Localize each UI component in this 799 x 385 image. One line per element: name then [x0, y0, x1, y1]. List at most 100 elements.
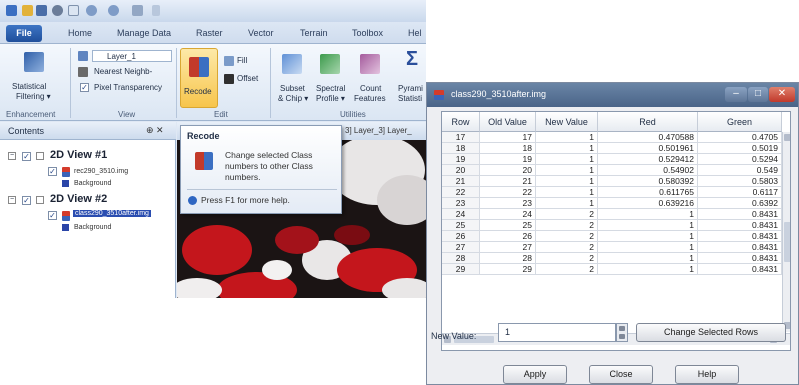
save-icon[interactable]: [36, 5, 47, 16]
spin-down-icon[interactable]: [619, 334, 625, 339]
close-button[interactable]: Close: [589, 365, 653, 384]
apply-button[interactable]: Apply: [503, 365, 567, 384]
table-row[interactable]: 26 26 2 1 0.8431: [442, 231, 790, 242]
undo-icon[interactable]: [52, 5, 63, 16]
tab-toolbox[interactable]: Toolbox: [352, 28, 383, 38]
cell-red[interactable]: 0.639216: [598, 198, 698, 209]
cell-row[interactable]: 20: [442, 165, 480, 176]
cell-green[interactable]: 0.6392: [698, 198, 782, 209]
cell-new-value[interactable]: 1: [536, 187, 598, 198]
tab-terrain[interactable]: Terrain: [300, 28, 328, 38]
cell-old-value[interactable]: 25: [480, 220, 536, 231]
cell-old-value[interactable]: 21: [480, 176, 536, 187]
cell-red[interactable]: 0.580392: [598, 176, 698, 187]
view1-layer-checkbox[interactable]: ✓: [48, 167, 57, 176]
open-folder-icon[interactable]: [22, 5, 33, 16]
table-row[interactable]: 23 23 1 0.639216 0.6392: [442, 198, 790, 209]
cell-red[interactable]: 0.470588: [598, 132, 698, 143]
minimize-button[interactable]: –: [725, 87, 747, 102]
customize-toolbar-icon[interactable]: [152, 5, 160, 16]
cell-red[interactable]: 1: [598, 209, 698, 220]
spin-up-icon[interactable]: [619, 326, 625, 331]
view2-label[interactable]: 2D View #2: [50, 193, 107, 205]
dialog-title-bar[interactable]: class290_3510after.img – □ ✕: [427, 83, 798, 107]
view2-background[interactable]: Background: [74, 224, 111, 231]
view2-layer-checkbox[interactable]: ✓: [48, 211, 57, 220]
maximize-button[interactable]: □: [748, 87, 768, 102]
cell-green[interactable]: 0.4705: [698, 132, 782, 143]
cell-row[interactable]: 29: [442, 264, 480, 275]
view2-checkbox[interactable]: ✓: [22, 196, 31, 205]
cell-red[interactable]: 1: [598, 220, 698, 231]
cell-new-value[interactable]: 1: [536, 132, 598, 143]
zoom-out-icon[interactable]: [108, 5, 119, 16]
zoom-in-icon[interactable]: [86, 5, 97, 16]
cell-red[interactable]: 0.54902: [598, 165, 698, 176]
cell-new-value[interactable]: 1: [536, 143, 598, 154]
cell-old-value[interactable]: 24: [480, 209, 536, 220]
pan-icon[interactable]: [132, 5, 143, 16]
cell-old-value[interactable]: 22: [480, 187, 536, 198]
table-row[interactable]: 25 25 2 1 0.8431: [442, 220, 790, 231]
cell-red[interactable]: 1: [598, 231, 698, 242]
cell-new-value[interactable]: 2: [536, 209, 598, 220]
view1-layer-name[interactable]: rec290_3510.img: [74, 168, 128, 175]
table-row[interactable]: 22 22 1 0.611765 0.6117: [442, 187, 790, 198]
table-row[interactable]: 17 17 1 0.470588 0.4705: [442, 132, 790, 143]
cell-old-value[interactable]: 26: [480, 231, 536, 242]
cell-green[interactable]: 0.549: [698, 165, 782, 176]
file-menu-button[interactable]: File: [6, 25, 42, 42]
view2-layer-name-selected[interactable]: class290_3510after.img: [73, 210, 151, 217]
cell-old-value[interactable]: 29: [480, 264, 536, 275]
tab-help[interactable]: Hel: [408, 28, 422, 38]
cell-red[interactable]: 1: [598, 242, 698, 253]
cell-green[interactable]: 0.8431: [698, 231, 782, 242]
new-value-input[interactable]: 1: [498, 323, 616, 342]
recode-button[interactable]: Recode: [180, 48, 218, 108]
pane-pin-close-buttons[interactable]: ⊕ ✕: [146, 125, 164, 136]
cell-green[interactable]: 0.5019: [698, 143, 782, 154]
new-value-spinner[interactable]: [616, 323, 628, 342]
cell-row[interactable]: 24: [442, 209, 480, 220]
subset-chip-button[interactable]: Subset: [280, 84, 305, 93]
view1-checkbox[interactable]: ✓: [22, 152, 31, 161]
statistical-filtering-dropdown[interactable]: Filtering ▾: [16, 92, 51, 101]
help-button[interactable]: Help: [675, 365, 739, 384]
cell-row[interactable]: 25: [442, 220, 480, 231]
subset-chip-dropdown[interactable]: & Chip ▾: [278, 94, 308, 103]
pointer-icon[interactable]: [68, 5, 79, 16]
scroll-thumb[interactable]: [784, 222, 790, 262]
table-row[interactable]: 27 27 2 1 0.8431: [442, 242, 790, 253]
table-row[interactable]: 21 21 1 0.580392 0.5803: [442, 176, 790, 187]
view1-background[interactable]: Background: [74, 180, 111, 187]
pyramids-statistics-button[interactable]: Pyrami: [398, 84, 423, 93]
column-header-row[interactable]: Row: [442, 112, 480, 132]
cell-old-value[interactable]: 20: [480, 165, 536, 176]
table-row[interactable]: 20 20 1 0.54902 0.549: [442, 165, 790, 176]
cell-green[interactable]: 0.5803: [698, 176, 782, 187]
close-window-button[interactable]: ✕: [769, 87, 795, 102]
cell-red[interactable]: 0.529412: [598, 154, 698, 165]
pixel-transparency-checkbox[interactable]: ✓: [80, 83, 89, 92]
cell-row[interactable]: 21: [442, 176, 480, 187]
cell-new-value[interactable]: 1: [536, 154, 598, 165]
cell-red[interactable]: 0.501961: [598, 143, 698, 154]
cell-new-value[interactable]: 2: [536, 253, 598, 264]
statistical-filtering-button[interactable]: Statistical: [12, 82, 46, 91]
cell-old-value[interactable]: 23: [480, 198, 536, 209]
table-row[interactable]: 24 24 2 1 0.8431: [442, 209, 790, 220]
cell-old-value[interactable]: 19: [480, 154, 536, 165]
cell-green[interactable]: 0.8431: [698, 242, 782, 253]
table-row[interactable]: 28 28 2 1 0.8431: [442, 253, 790, 264]
tab-vector[interactable]: Vector: [248, 28, 274, 38]
column-header-red[interactable]: Red: [598, 112, 698, 132]
cell-green[interactable]: 0.8431: [698, 264, 782, 275]
change-selected-rows-button[interactable]: Change Selected Rows: [636, 323, 786, 342]
column-header-green[interactable]: Green: [698, 112, 782, 132]
cell-old-value[interactable]: 17: [480, 132, 536, 143]
cell-old-value[interactable]: 27: [480, 242, 536, 253]
table-row[interactable]: 18 18 1 0.501961 0.5019: [442, 143, 790, 154]
resample-method-dropdown[interactable]: Nearest Neighb-: [94, 67, 152, 76]
cell-row[interactable]: 22: [442, 187, 480, 198]
spectral-profile-dropdown[interactable]: Profile ▾: [316, 94, 345, 103]
